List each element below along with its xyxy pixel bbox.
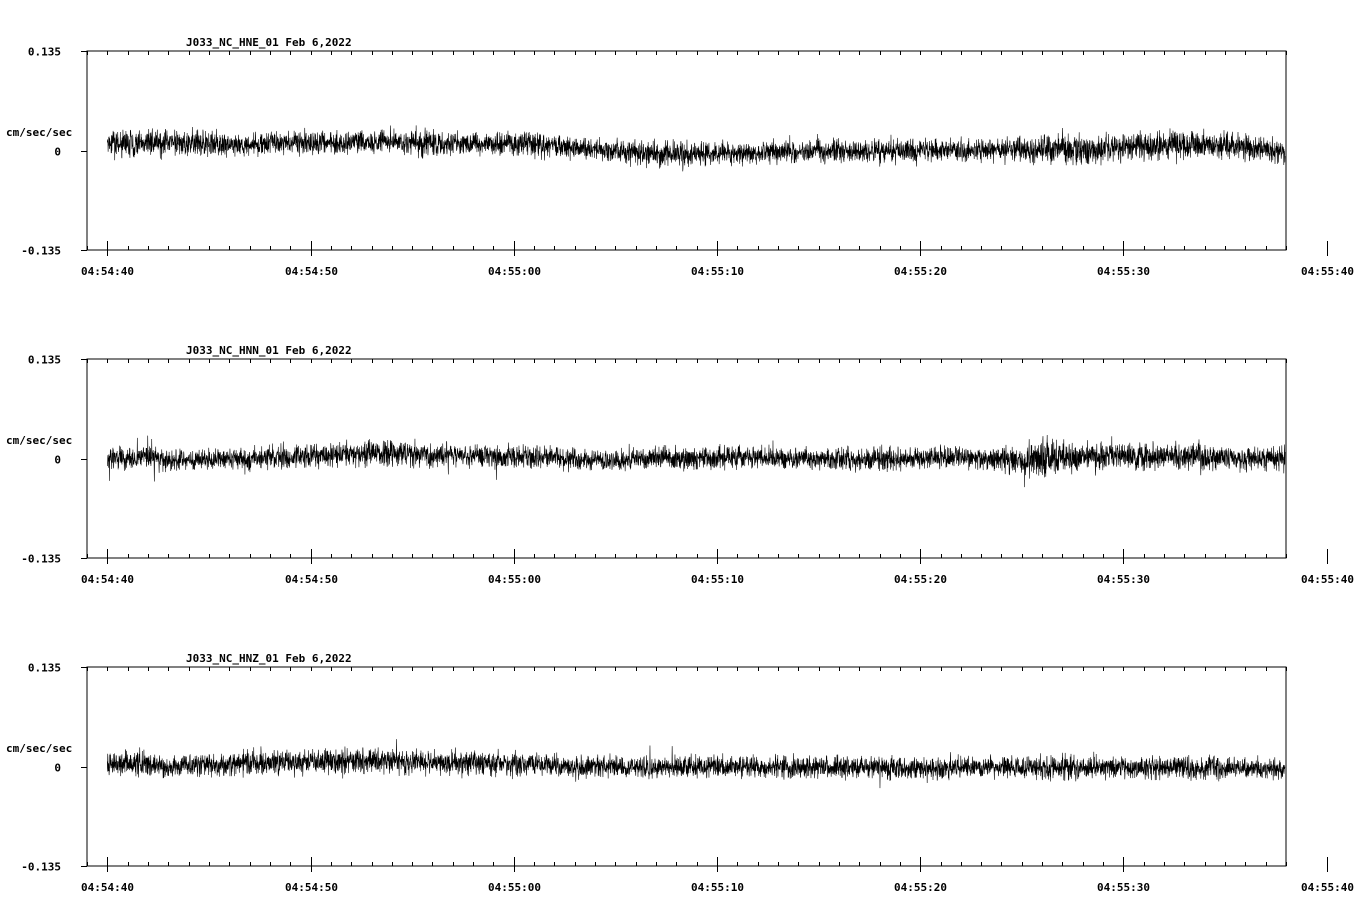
x-tick-label: 04:55:20 [894, 573, 947, 586]
panel-title: J033_NC_HNE_01 Feb 6,2022 [186, 36, 352, 49]
x-tick-label: 04:55:10 [691, 265, 744, 278]
y-tick-label: 0 [54, 454, 61, 467]
x-tick-label: 04:55:00 [488, 881, 541, 894]
seismogram-figure: 04:54:40 04:54:50 04:55:00 04:55:10 04:55:20… [0, 0, 1358, 924]
y-axis-label: cm/sec/sec [6, 434, 72, 447]
y-tick-label: -0.135 [21, 553, 61, 566]
y-tick-label: -0.135 [21, 861, 61, 874]
x-tick-label: 04:54:50 [285, 265, 338, 278]
y-tick-label: 0 [54, 146, 61, 159]
x-tick-label: 04:54:40 [81, 573, 134, 586]
y-tick-label: -0.135 [21, 245, 61, 258]
x-tick-label: 04:55:00 [488, 265, 541, 278]
x-tick-label: 04:55:10 [691, 881, 744, 894]
y-tick-label: 0 [54, 762, 61, 775]
x-tick-label: 04:55:30 [1097, 573, 1150, 586]
y-tick-label: 0.135 [28, 354, 61, 367]
x-tick-label: 04:55:40 [1301, 265, 1354, 278]
x-tick-label: 04:54:50 [285, 573, 338, 586]
panel-title: J033_NC_HNZ_01 Feb 6,2022 [186, 652, 352, 665]
panel-title: J033_NC_HNN_01 Feb 6,2022 [186, 344, 352, 357]
y-tick-label: 0.135 [28, 46, 61, 59]
x-tick-label: 04:55:40 [1301, 573, 1354, 586]
x-tick-label: 04:55:00 [488, 573, 541, 586]
x-tick-label: 04:55:20 [894, 265, 947, 278]
x-tick-label: 04:55:30 [1097, 265, 1150, 278]
x-tick-label: 04:54:40 [81, 265, 134, 278]
x-tick-label: 04:55:30 [1097, 881, 1150, 894]
x-tick-label: 04:54:40 [81, 881, 134, 894]
y-axis-label: cm/sec/sec [6, 742, 72, 755]
x-tick-label: 04:54:50 [285, 881, 338, 894]
x-tick-label: 04:55:20 [894, 881, 947, 894]
x-tick-label: 04:55:10 [691, 573, 744, 586]
y-axis-label: cm/sec/sec [6, 126, 72, 139]
x-tick-label: 04:55:40 [1301, 881, 1354, 894]
y-tick-label: 0.135 [28, 662, 61, 675]
